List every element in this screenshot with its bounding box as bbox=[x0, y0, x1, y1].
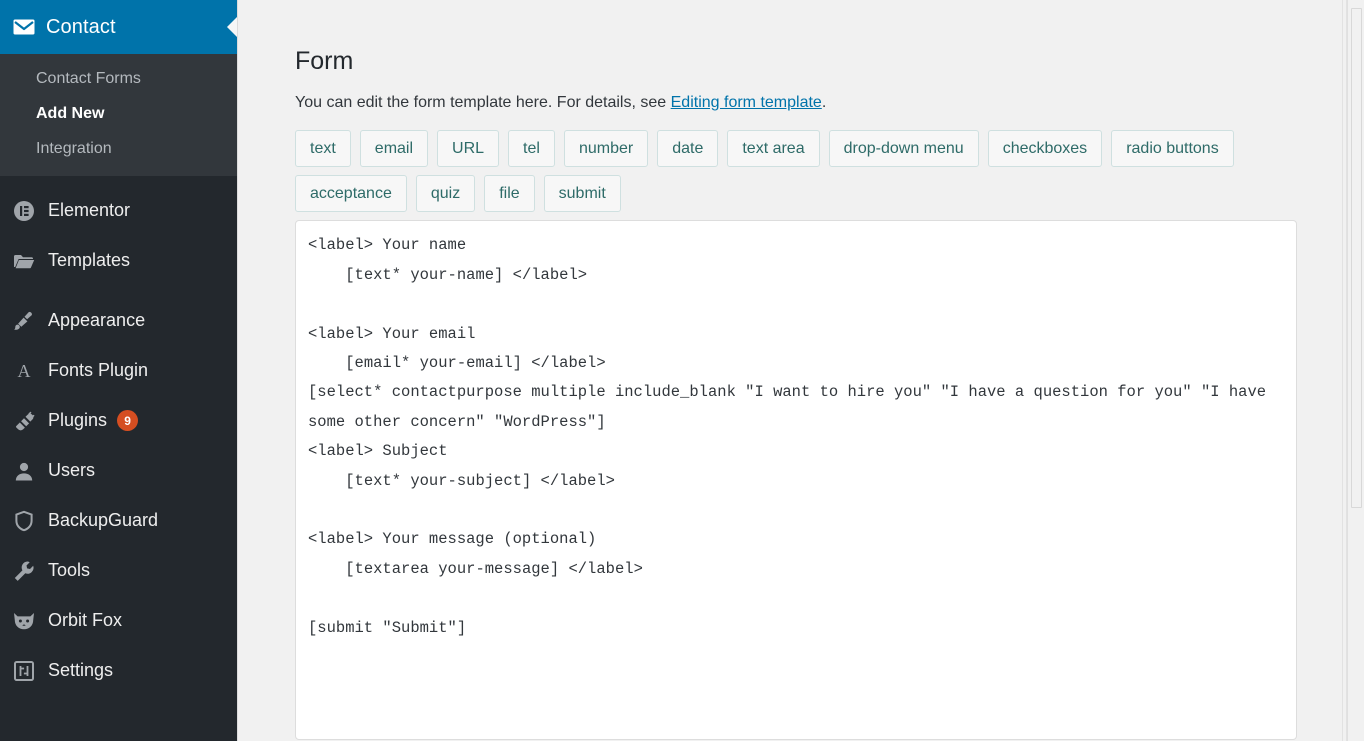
sidebar-separator-1 bbox=[0, 175, 237, 186]
plug-icon bbox=[11, 408, 37, 434]
sidebar-item-appearance-label: Appearance bbox=[48, 310, 146, 331]
form-description: You can edit the form template here. For… bbox=[295, 94, 1342, 112]
sidebar-item-templates[interactable]: Templates bbox=[0, 236, 237, 286]
sidebar-item-templates-label: Templates bbox=[48, 250, 131, 271]
tag-button-acceptance[interactable]: acceptance bbox=[295, 175, 407, 213]
form-editor-panel: Form You can edit the form template here… bbox=[257, 0, 1342, 741]
sidebar-item-contact-label: Contact bbox=[46, 15, 116, 38]
elementor-icon bbox=[11, 198, 37, 224]
tag-button-checkboxes[interactable]: checkboxes bbox=[987, 130, 1103, 168]
folder-icon bbox=[11, 248, 37, 274]
tag-button-quiz[interactable]: quiz bbox=[415, 175, 476, 213]
tag-button-text-area[interactable]: text area bbox=[727, 130, 820, 168]
sidebar-item-settings[interactable]: Settings bbox=[0, 646, 237, 696]
admin-sidebar: Contact Contact Forms Add New Integratio… bbox=[0, 0, 237, 741]
user-icon bbox=[11, 458, 37, 484]
shield-icon bbox=[11, 508, 37, 534]
sidebar-item-orbit-fox-label: Orbit Fox bbox=[48, 610, 123, 631]
tag-button-drop-down-menu[interactable]: drop-down menu bbox=[828, 130, 979, 168]
sidebar-item-users-label: Users bbox=[48, 460, 96, 481]
page-title: Form bbox=[295, 47, 354, 75]
form-description-text-before: You can edit the form template here. For… bbox=[295, 94, 671, 111]
sidebar-item-plugins-label: Plugins bbox=[48, 410, 108, 431]
submenu-item-integration[interactable]: Integration bbox=[0, 131, 237, 166]
form-template-textarea[interactable]: <label> Your name [text* your-name] </la… bbox=[295, 220, 1297, 741]
tag-button-submit[interactable]: submit bbox=[543, 175, 621, 213]
wrench-icon bbox=[11, 558, 37, 584]
sidebar-item-users[interactable]: Users bbox=[0, 446, 237, 496]
sidebar-item-backupguard-label: BackupGuard bbox=[48, 510, 159, 531]
sidebar-item-fonts-plugin-label: Fonts Plugin bbox=[48, 360, 149, 381]
sidebar-item-tools-label: Tools bbox=[48, 560, 91, 581]
tag-row-2: acceptance quiz file submit bbox=[295, 175, 1297, 213]
envelope-icon bbox=[11, 14, 37, 40]
content-wrapper: Form You can edit the form template here… bbox=[237, 0, 1364, 741]
sidebar-item-backupguard[interactable]: BackupGuard bbox=[0, 496, 237, 546]
tag-button-tel[interactable]: tel bbox=[508, 130, 555, 168]
sidebar-item-elementor[interactable]: Elementor bbox=[0, 186, 237, 236]
tag-button-date[interactable]: date bbox=[657, 130, 719, 168]
svg-text:A: A bbox=[18, 361, 31, 381]
form-description-text-after: . bbox=[821, 94, 827, 111]
tag-button-email[interactable]: email bbox=[359, 130, 429, 168]
fox-icon bbox=[11, 608, 37, 634]
sidebar-item-fonts-plugin[interactable]: A Fonts Plugin bbox=[0, 346, 237, 396]
tag-button-number[interactable]: number bbox=[563, 130, 649, 168]
content-left-gutter bbox=[237, 0, 257, 741]
tag-button-file[interactable]: file bbox=[484, 175, 535, 213]
tag-row-1: text email URL tel number date text area… bbox=[295, 130, 1297, 168]
form-tag-generator-toolbar: text email URL tel number date text area… bbox=[295, 130, 1297, 213]
contact-submenu: Contact Forms Add New Integration bbox=[0, 54, 237, 176]
wordpress-admin-screen: Contact Contact Forms Add New Integratio… bbox=[0, 0, 1364, 741]
page-scrollbar-thumb[interactable] bbox=[1351, 8, 1362, 508]
submenu-item-add-new[interactable]: Add New bbox=[0, 96, 237, 131]
active-menu-arrow-icon bbox=[227, 16, 237, 38]
tag-button-radio-buttons[interactable]: radio buttons bbox=[1111, 130, 1234, 168]
editing-form-template-link[interactable]: Editing form template bbox=[671, 94, 822, 111]
sidebar-item-elementor-label: Elementor bbox=[48, 200, 131, 221]
sidebar-separator-2 bbox=[0, 285, 237, 296]
sidebar-item-plugins[interactable]: Plugins 9 bbox=[0, 396, 237, 446]
tag-button-text[interactable]: text bbox=[295, 130, 351, 168]
sidebar-item-contact[interactable]: Contact bbox=[0, 0, 237, 54]
settings-sliders-icon bbox=[11, 658, 37, 684]
sidebar-item-tools[interactable]: Tools bbox=[0, 546, 237, 596]
sidebar-item-settings-label: Settings bbox=[48, 660, 114, 681]
page-scrollbar[interactable] bbox=[1347, 0, 1364, 741]
submenu-item-contact-forms[interactable]: Contact Forms bbox=[0, 61, 237, 96]
letter-a-icon: A bbox=[11, 358, 37, 384]
sidebar-item-appearance[interactable]: Appearance bbox=[0, 296, 237, 346]
sidebar-item-orbit-fox[interactable]: Orbit Fox bbox=[0, 596, 237, 646]
tag-button-url[interactable]: URL bbox=[437, 130, 500, 168]
plugins-update-count-badge: 9 bbox=[117, 410, 139, 432]
paintbrush-icon bbox=[11, 308, 37, 334]
